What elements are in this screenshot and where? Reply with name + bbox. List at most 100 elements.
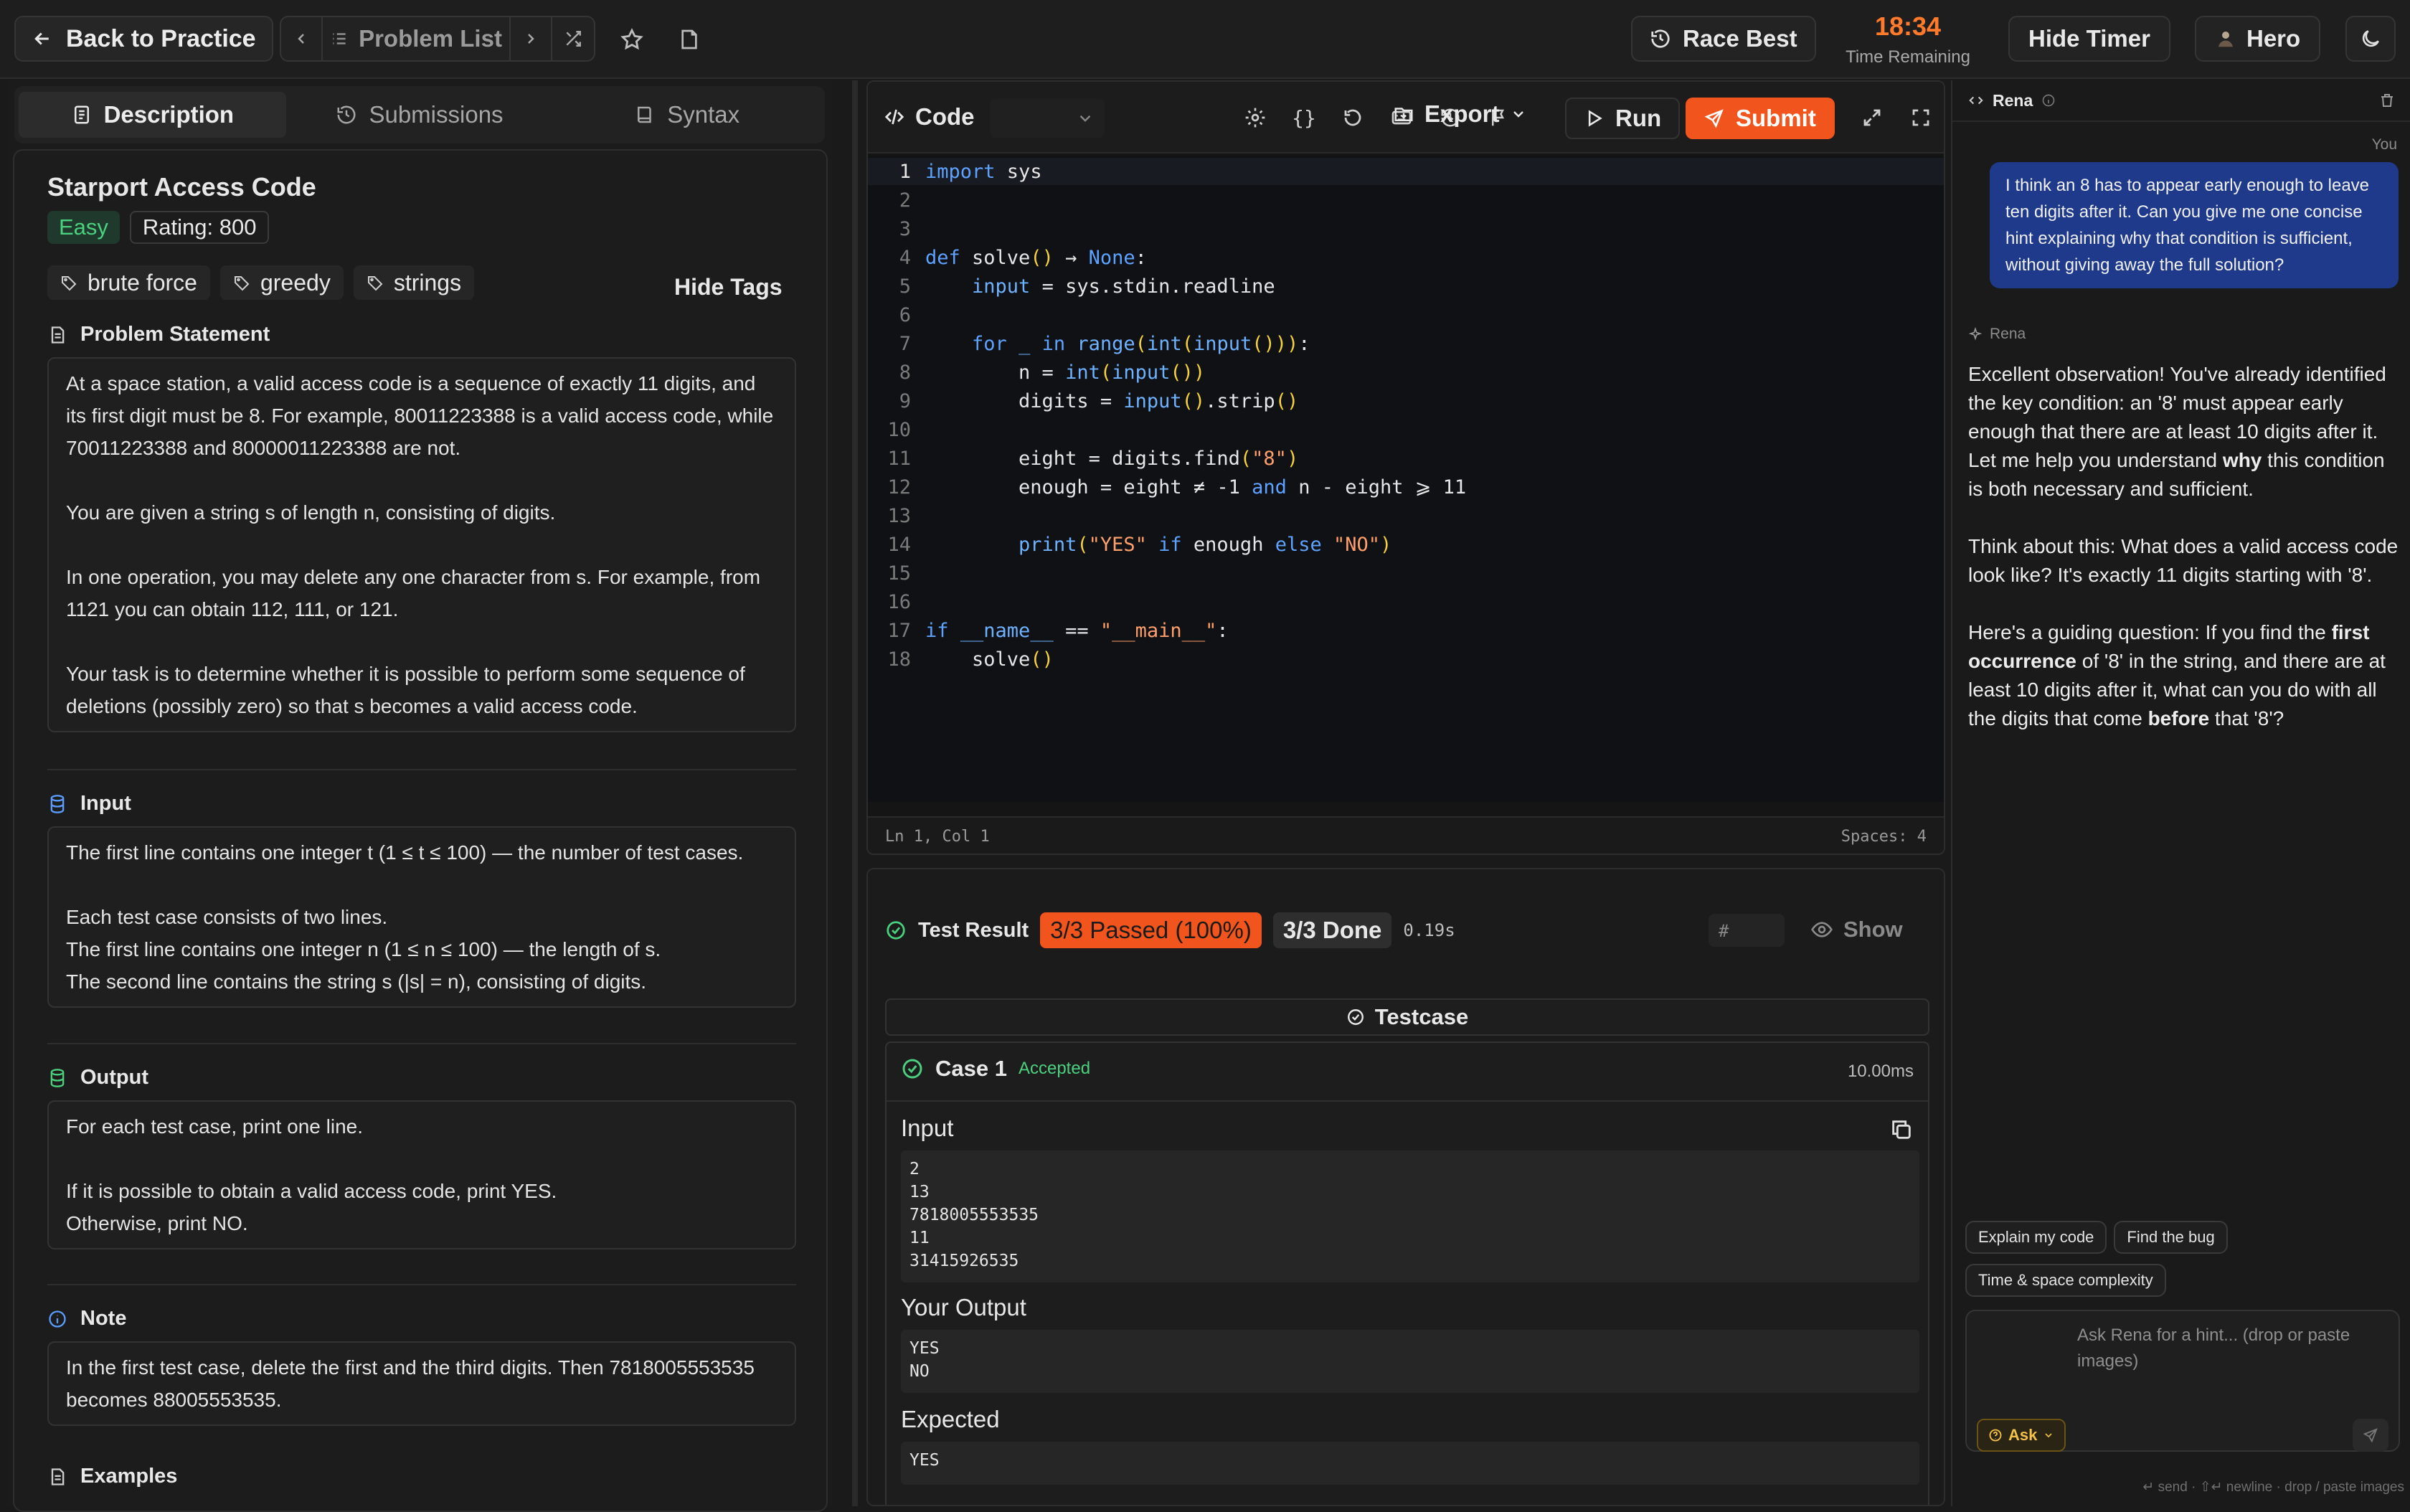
tag-item[interactable]: greedy (219, 265, 344, 300)
settings-button[interactable] (1241, 103, 1270, 132)
message-text: that '8'? (2209, 707, 2284, 729)
run-label: Run (1615, 105, 1662, 131)
line-number: 14 (887, 534, 911, 556)
input-paragraph: The first line contains one integer n (1… (66, 938, 661, 960)
chevron-right-icon (522, 30, 539, 47)
statement-paragraph: You are given a string s of length n, co… (66, 501, 556, 524)
tag-label: greedy (260, 269, 331, 296)
input-hint: ↵ send · ⇧↵ newline · drop / paste image… (2142, 1480, 2404, 1495)
export-icon (1393, 103, 1414, 125)
reset-button[interactable] (1338, 103, 1367, 132)
indent-setting[interactable]: Spaces: 4 (1841, 828, 1927, 846)
show-button[interactable]: Show (1810, 917, 1903, 942)
top-bar: Back to Practice Problem List Race Best … (0, 0, 2410, 79)
copy-icon (1889, 1118, 1914, 1142)
case-input-label: Input (901, 1115, 954, 1141)
tag-icon (233, 274, 250, 291)
next-problem-button[interactable] (511, 17, 552, 60)
submit-button[interactable]: Submit (1686, 98, 1835, 139)
favorite-button[interactable] (614, 22, 650, 57)
run-button[interactable]: Run (1565, 98, 1681, 139)
output-heading: Output (47, 1066, 148, 1090)
timer-label: Time Remaining (1846, 47, 1970, 67)
sparkle-icon (1968, 327, 1983, 341)
line-number: 3 (899, 218, 911, 240)
suggestion-chip[interactable]: Time & space complexity (1965, 1264, 2166, 1297)
run-time: 0.19s (1403, 920, 1455, 940)
random-problem-button[interactable] (552, 17, 594, 60)
user-menu-button[interactable]: Hero (2195, 16, 2321, 62)
suggestion-chip[interactable]: Explain my code (1965, 1221, 2107, 1254)
code-line: solve() (925, 648, 1054, 671)
section-title: Input (80, 792, 131, 815)
tag-item[interactable]: brute force (47, 265, 210, 300)
problem-list-button[interactable]: Problem List (323, 17, 511, 60)
language-select[interactable] (990, 99, 1105, 138)
code-line: def solve() → None: (925, 247, 1147, 269)
message-text: Here's a guiding question: If you find t… (1968, 621, 2332, 643)
input-heading: Input (47, 792, 131, 816)
case-number-input[interactable]: # (1709, 914, 1785, 947)
clear-chat-button[interactable] (2378, 92, 2396, 109)
format-button[interactable]: {} (1290, 103, 1318, 132)
send-button[interactable] (2353, 1419, 2388, 1452)
code-area[interactable]: 1 import sys 2 3 4 def solve() → None: 5… (868, 156, 1944, 802)
problem-panel: Description Submissions Syntax Starport … (7, 80, 832, 1512)
chat-input-placeholder: Ask Rena for a hint... (drop or paste im… (2077, 1326, 2350, 1371)
code-line: enough = eight ≠ -1 and n - eight ⩾ 11 (925, 476, 1467, 499)
tab-syntax[interactable]: Syntax (553, 92, 821, 138)
panel-resize-handle[interactable] (852, 80, 858, 1506)
export-button[interactable]: Export (1393, 100, 1527, 128)
prev-problem-button[interactable] (281, 17, 323, 60)
divider (47, 1284, 796, 1285)
line-number: 2 (899, 189, 911, 212)
avatar (2215, 28, 2236, 49)
notes-button[interactable] (671, 22, 707, 57)
ask-label: Ask (2008, 1426, 2038, 1444)
your-output-label: Your Output (901, 1294, 1026, 1320)
code-tab: Code (884, 103, 975, 131)
send-icon (2363, 1427, 2378, 1443)
input-paragraph: Each test case consists of two lines. (66, 906, 388, 928)
section-title: Examples (80, 1465, 178, 1488)
input-paragraph: The first line contains one integer t (1… (66, 841, 744, 864)
tag-item[interactable]: strings (353, 265, 475, 300)
back-label: Back to Practice (66, 24, 256, 52)
reset-icon (1342, 107, 1364, 128)
hide-timer-button[interactable]: Hide Timer (2008, 16, 2170, 62)
testcase-tab[interactable]: Testcase (885, 998, 1929, 1036)
message-text: Think about this: What does a valid acce… (1968, 535, 2399, 586)
hide-tags-button[interactable]: Hide Tags (674, 274, 783, 301)
race-best-button[interactable]: Race Best (1631, 16, 1816, 62)
input-box: The first line contains one integer t (1… (47, 826, 796, 1008)
check-circle-icon (1346, 1008, 1365, 1026)
copy-button[interactable] (1889, 1118, 1914, 1142)
fullscreen-button[interactable] (1906, 103, 1935, 132)
expand-icon (1861, 107, 1883, 128)
code-line: import sys (925, 161, 1042, 183)
back-to-practice-button[interactable]: Back to Practice (14, 16, 273, 62)
output-box: For each test case, print one line. If i… (47, 1100, 796, 1249)
ask-mode-select[interactable]: Ask (1977, 1419, 2066, 1452)
tab-submissions[interactable]: Submissions (286, 92, 554, 138)
user-name: Hero (2246, 25, 2301, 52)
assistant-message: Excellent observation! You've already id… (1968, 360, 2399, 733)
tab-label: Description (103, 101, 235, 128)
statement-heading: Problem Statement (47, 323, 270, 346)
tab-description[interactable]: Description (19, 92, 286, 138)
divider (47, 769, 796, 770)
suggestion-chip[interactable]: Find the bug (2114, 1221, 2228, 1254)
line-number: 13 (887, 505, 911, 527)
database-icon (47, 1068, 67, 1088)
star-icon (620, 27, 644, 52)
theme-toggle-button[interactable] (2345, 16, 2396, 62)
assistant-panel: Rena You I think an 8 has to appear earl… (1951, 80, 2410, 1506)
expand-button[interactable] (1858, 103, 1886, 132)
history-icon (1650, 28, 1671, 49)
chevron-left-icon (293, 30, 310, 47)
chat-input[interactable]: Ask Rena for a hint... (drop or paste im… (1965, 1310, 2400, 1452)
code-line: input = sys.stdin.readline (972, 275, 1275, 298)
input-paragraph: The second line contains the string s (|… (66, 970, 647, 993)
statement-paragraph: In one operation, you may delete any one… (66, 566, 761, 620)
arrow-left-icon (32, 28, 53, 49)
